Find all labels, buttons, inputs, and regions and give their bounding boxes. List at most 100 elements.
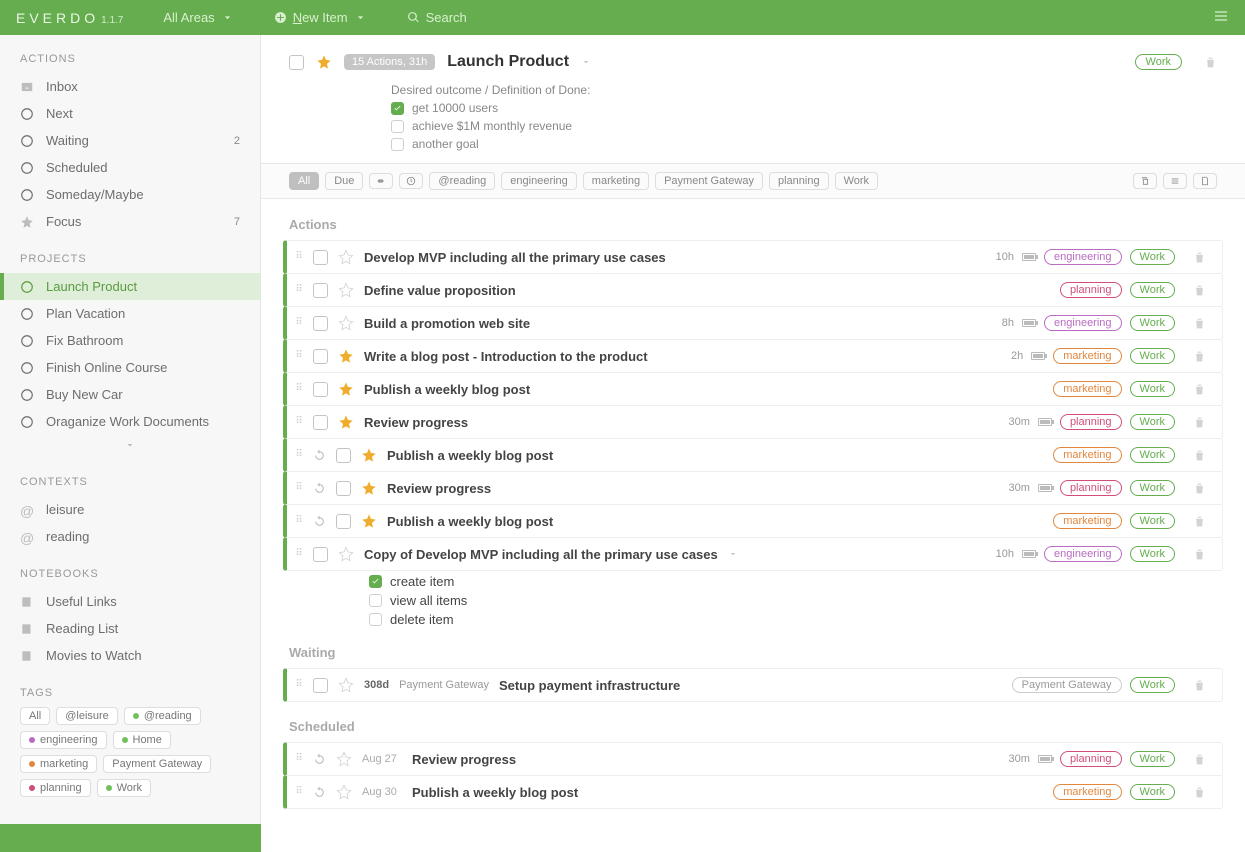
row-tag[interactable]: marketing (1053, 381, 1121, 397)
sidebar-item[interactable]: Inbox (0, 73, 260, 100)
new-item-button[interactable]: New Item (274, 10, 367, 25)
project-checkbox[interactable] (289, 55, 304, 70)
tag-pill[interactable]: marketing (20, 755, 97, 773)
search-button[interactable]: Search (407, 10, 467, 25)
sidebar-context[interactable]: @leisure (0, 496, 260, 523)
row-tag[interactable]: engineering (1044, 546, 1122, 562)
drag-handle[interactable]: ⠿ (295, 285, 303, 295)
tag-pill[interactable]: Payment Gateway (103, 755, 211, 773)
filter-pill[interactable]: Payment Gateway (655, 172, 763, 190)
trash-icon[interactable] (1193, 317, 1206, 330)
star-icon[interactable] (338, 546, 354, 562)
chevron-down-icon[interactable] (728, 549, 738, 559)
drag-handle[interactable]: ⠿ (295, 417, 303, 427)
row-tag[interactable]: planning (1060, 751, 1122, 767)
trash-icon[interactable] (1193, 284, 1206, 297)
areas-dropdown[interactable]: All Areas (163, 10, 233, 25)
action-row[interactable]: ⠿ Publish a weekly blog post marketingWo… (283, 504, 1223, 538)
waiting-row[interactable]: ⠿ 308d Payment Gateway Setup payment inf… (283, 668, 1223, 702)
action-row[interactable]: ⠿ Build a promotion web site 8h engineer… (283, 306, 1223, 340)
action-row[interactable]: ⠿ Write a blog post - Introduction to th… (283, 339, 1223, 373)
row-checkbox[interactable] (313, 415, 328, 430)
row-tag[interactable]: Work (1130, 677, 1175, 693)
filter-pill[interactable]: Due (325, 172, 363, 190)
star-icon[interactable] (338, 381, 354, 397)
sidebar-expand-projects[interactable] (0, 435, 260, 458)
star-icon[interactable] (338, 315, 354, 331)
sidebar-item[interactable]: Finish Online Course (0, 354, 260, 381)
scheduled-row[interactable]: ⠿ Aug 27 Review progress 30m planningWor… (283, 742, 1223, 776)
tag-pill[interactable]: @reading (124, 707, 201, 725)
action-row[interactable]: ⠿ Develop MVP including all the primary … (283, 240, 1223, 274)
star-icon[interactable] (336, 784, 352, 800)
sidebar-item[interactable]: Waiting 2 (0, 127, 260, 154)
filter-copy-button[interactable] (1133, 173, 1157, 189)
row-tag[interactable]: marketing (1053, 513, 1121, 529)
tag-pill[interactable]: engineering (20, 731, 107, 749)
row-tag[interactable]: Work (1130, 249, 1175, 265)
filter-pill[interactable]: planning (769, 172, 829, 190)
row-tag[interactable]: engineering (1044, 315, 1122, 331)
drag-handle[interactable]: ⠿ (295, 252, 303, 262)
trash-icon[interactable] (1193, 679, 1206, 692)
star-icon[interactable] (338, 414, 354, 430)
row-tag[interactable]: Work (1130, 447, 1175, 463)
row-checkbox[interactable] (313, 382, 328, 397)
row-tag[interactable]: Work (1130, 784, 1175, 800)
row-tag[interactable]: Work (1130, 513, 1175, 529)
row-checkbox[interactable] (313, 250, 328, 265)
sidebar-context[interactable]: @reading (0, 523, 260, 550)
trash-icon[interactable] (1193, 350, 1206, 363)
sub-checkbox[interactable] (369, 594, 382, 607)
action-row[interactable]: ⠿ Review progress 30m planningWork (283, 405, 1223, 439)
sub-checkbox[interactable] (369, 575, 382, 588)
row-checkbox[interactable] (313, 678, 328, 693)
drag-handle[interactable]: ⠿ (295, 351, 303, 361)
sidebar-item[interactable]: Fix Bathroom (0, 327, 260, 354)
action-row[interactable]: ⠿ Define value proposition planningWork (283, 273, 1223, 307)
sidebar-item[interactable]: Movies to Watch (0, 642, 260, 669)
drag-handle[interactable]: ⠿ (295, 787, 303, 797)
tag-pill[interactable]: @leisure (56, 707, 118, 725)
trash-icon[interactable] (1204, 56, 1217, 69)
row-tag[interactable]: marketing (1053, 348, 1121, 364)
drag-handle[interactable]: ⠿ (295, 450, 303, 460)
drag-handle[interactable]: ⠿ (295, 549, 303, 559)
filter-doc-button[interactable] (1193, 173, 1217, 189)
drag-handle[interactable]: ⠿ (295, 516, 303, 526)
drag-handle[interactable]: ⠿ (295, 318, 303, 328)
row-tag[interactable]: Work (1130, 546, 1175, 562)
filter-pill[interactable]: All (289, 172, 319, 190)
star-icon[interactable] (338, 348, 354, 364)
sidebar-item[interactable]: Buy New Car (0, 381, 260, 408)
project-title[interactable]: Launch Product (447, 53, 569, 71)
star-icon[interactable] (338, 249, 354, 265)
row-tag[interactable]: Work (1130, 414, 1175, 430)
row-checkbox[interactable] (313, 283, 328, 298)
row-checkbox[interactable] (313, 349, 328, 364)
sidebar-item[interactable]: Someday/Maybe (0, 181, 260, 208)
trash-icon[interactable] (1193, 449, 1206, 462)
row-checkbox[interactable] (313, 316, 328, 331)
row-tag[interactable]: marketing (1053, 784, 1121, 800)
sidebar-item[interactable]: Launch Product (0, 273, 260, 300)
trash-icon[interactable] (1193, 482, 1206, 495)
sidebar-item[interactable]: Useful Links (0, 588, 260, 615)
sidebar-item[interactable]: Focus 7 (0, 208, 260, 235)
star-icon[interactable] (361, 513, 377, 529)
area-tag[interactable]: Work (1135, 54, 1182, 70)
trash-icon[interactable] (1193, 515, 1206, 528)
tag-pill[interactable]: planning (20, 779, 91, 797)
row-tag[interactable]: Payment Gateway (1012, 677, 1122, 693)
action-row[interactable]: ⠿ Publish a weekly blog post marketingWo… (283, 438, 1223, 472)
row-tag[interactable]: Work (1130, 751, 1175, 767)
action-row[interactable]: ⠿ Review progress 30m planningWork (283, 471, 1223, 505)
chevron-down-icon[interactable] (581, 57, 591, 67)
drag-handle[interactable]: ⠿ (295, 483, 303, 493)
drag-handle[interactable]: ⠿ (295, 384, 303, 394)
checklist-checkbox[interactable] (391, 120, 404, 133)
trash-icon[interactable] (1193, 786, 1206, 799)
trash-icon[interactable] (1193, 251, 1206, 264)
trash-icon[interactable] (1193, 753, 1206, 766)
tag-pill[interactable]: Work (97, 779, 151, 797)
